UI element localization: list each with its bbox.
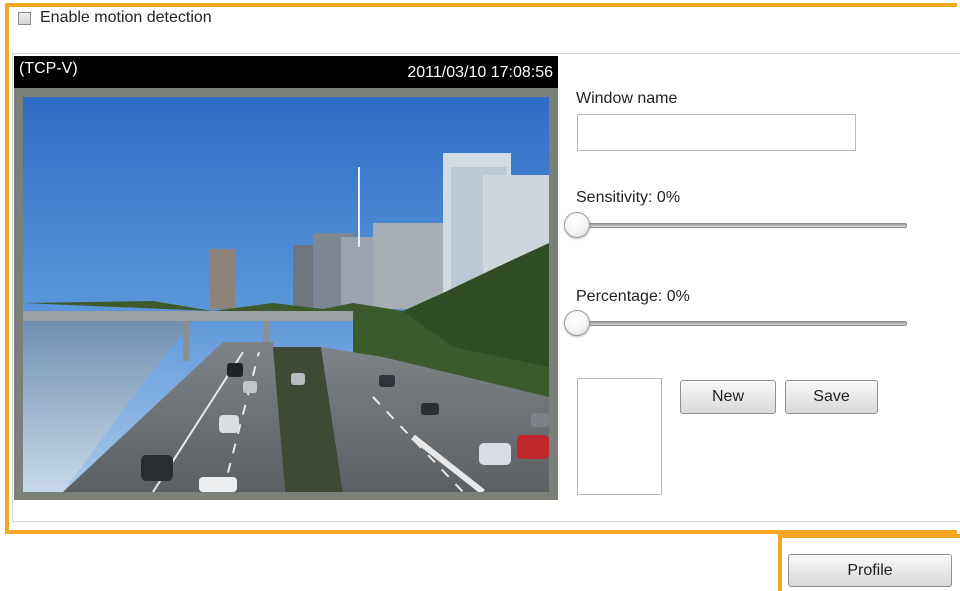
new-window-button[interactable]: New bbox=[680, 380, 776, 414]
sensitivity-slider-handle-icon[interactable] bbox=[564, 212, 590, 238]
window-name-input[interactable] bbox=[577, 114, 856, 151]
save-button[interactable]: Save bbox=[785, 380, 878, 414]
window-name-label: Window name bbox=[576, 90, 678, 107]
enable-motion-checkbox[interactable] bbox=[18, 11, 31, 25]
video-header: (TCP-V) 2011/03/10 17:08:56 bbox=[14, 56, 558, 88]
percentage-label: Percentage: 0% bbox=[576, 288, 690, 305]
window-list[interactable] bbox=[577, 378, 662, 495]
video-timestamp: 2011/03/10 17:08:56 bbox=[407, 64, 553, 81]
video-frame[interactable] bbox=[14, 88, 558, 500]
sensitivity-slider-track[interactable] bbox=[571, 223, 907, 228]
live-video-image[interactable] bbox=[23, 97, 549, 492]
stream-name: (TCP-V) bbox=[19, 60, 78, 77]
sensitivity-label: Sensitivity: 0% bbox=[576, 189, 681, 206]
percentage-slider-handle-icon[interactable] bbox=[564, 310, 590, 336]
profile-button[interactable]: Profile bbox=[788, 554, 952, 587]
enable-motion-label: Enable motion detection bbox=[40, 9, 212, 26]
enable-motion-row[interactable]: Enable motion detection bbox=[18, 9, 212, 27]
percentage-slider-track[interactable] bbox=[571, 321, 907, 326]
